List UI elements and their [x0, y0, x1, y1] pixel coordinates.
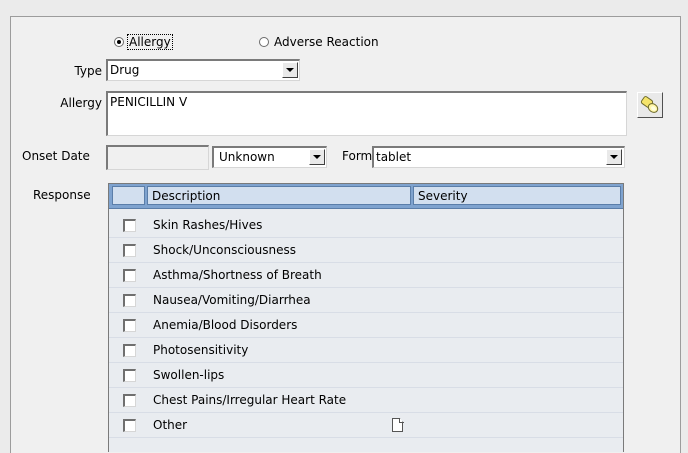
response-description: Chest Pains/Irregular Heart Rate [153, 393, 347, 407]
response-checkbox[interactable] [123, 344, 136, 357]
response-row[interactable]: Anemia/Blood Disorders [109, 313, 623, 338]
response-row[interactable]: Asthma/Shortness of Breath [109, 263, 623, 288]
onset-date-input[interactable] [106, 145, 209, 170]
type-dropdown[interactable]: Drug [106, 59, 300, 81]
response-checkbox[interactable] [123, 269, 136, 282]
response-checkbox[interactable] [123, 419, 136, 432]
adverse-reaction-radio-label[interactable]: Adverse Reaction [274, 35, 379, 49]
allergy-radio[interactable] [114, 37, 124, 47]
form-dropdown-arrow[interactable] [606, 149, 622, 165]
response-checkbox[interactable] [123, 219, 136, 232]
severity-column-header[interactable]: Severity [413, 186, 621, 205]
response-description: Photosensitivity [153, 343, 249, 357]
onset-date-label: Onset Date [22, 149, 90, 163]
checkbox-column-header[interactable] [112, 186, 145, 205]
response-row[interactable]: Photosensitivity [109, 338, 623, 363]
response-grid: Description Severity Skin Rashes/Hives S… [108, 183, 624, 452]
response-checkbox[interactable] [123, 294, 136, 307]
response-description: Asthma/Shortness of Breath [153, 268, 322, 282]
allergy-input[interactable]: PENICILLIN V [106, 91, 627, 136]
response-description: Shock/Unconsciousness [153, 243, 296, 257]
response-row[interactable]: Chest Pains/Irregular Heart Rate [109, 388, 623, 413]
response-row[interactable]: Skin Rashes/Hives [109, 213, 623, 238]
form-dropdown[interactable]: tablet [372, 146, 625, 168]
response-checkbox[interactable] [123, 369, 136, 382]
response-row[interactable]: Other [109, 413, 623, 438]
form-label: Form [342, 149, 373, 163]
response-row[interactable]: Nausea/Vomiting/Diarrhea [109, 288, 623, 313]
allergy-value: PENICILLIN V [110, 95, 188, 109]
onset-precision-value: Unknown [219, 150, 275, 164]
adverse-reaction-radio[interactable] [259, 37, 269, 47]
response-checkbox[interactable] [123, 394, 136, 407]
response-checkbox[interactable] [123, 244, 136, 257]
response-label: Response [33, 188, 91, 202]
type-label: Type [74, 64, 102, 78]
onset-precision-dropdown-arrow[interactable] [309, 149, 325, 165]
response-row[interactable]: Shock/Unconsciousness [109, 238, 623, 263]
allergy-label: Allergy [60, 96, 102, 110]
document-icon-fold [399, 418, 404, 423]
description-column-header[interactable]: Description [147, 186, 411, 205]
allergy-radio-label[interactable]: Allergy [127, 34, 173, 50]
response-description: Nausea/Vomiting/Diarrhea [153, 293, 311, 307]
response-description: Swollen-lips [153, 368, 225, 382]
response-grid-header: Description Severity [109, 184, 623, 209]
form-value: tablet [376, 150, 412, 164]
response-row[interactable]: Swollen-lips [109, 363, 623, 388]
allergy-lookup-button[interactable] [637, 92, 663, 118]
type-dropdown-arrow[interactable] [282, 62, 298, 78]
response-description: Other [153, 418, 188, 432]
response-description: Skin Rashes/Hives [153, 218, 263, 232]
response-checkbox[interactable] [123, 319, 136, 332]
type-value: Drug [110, 63, 140, 77]
response-description: Anemia/Blood Disorders [153, 318, 298, 332]
flashlight-search-icon [640, 96, 659, 113]
